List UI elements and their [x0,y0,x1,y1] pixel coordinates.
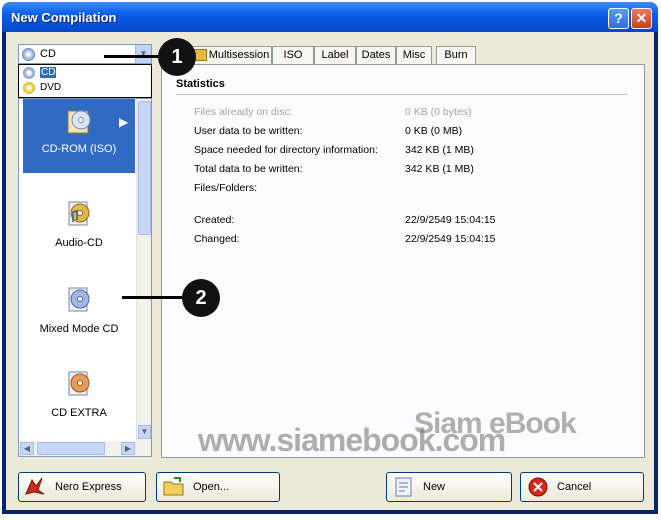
stat-label-created: Created: [194,214,235,226]
tab-burn[interactable]: Burn [436,46,476,64]
media-type-value: CD [40,48,56,60]
dropdown-option-label: CD [40,67,57,78]
window-title: New Compilation [11,10,117,25]
list-item-audio-cd[interactable]: Audio-CD [23,191,135,265]
dropdown-option-cd[interactable]: CD [19,66,151,81]
dropdown-option-label: DVD [40,82,62,93]
stat-value-changed: 22/9/2549 15:04:15 [405,233,496,245]
watermark-url: www.siamebook.com [198,422,506,458]
tab-misc[interactable]: Misc [396,46,432,64]
list-item-label: Audio-CD [55,237,103,249]
media-type-select[interactable]: CD ▼ [18,44,152,64]
scroll-right-icon[interactable]: ▶ [121,442,135,455]
open-folder-icon [163,477,184,496]
list-item-cd-rom-iso[interactable]: ▶ CD-ROM (ISO) [23,99,135,173]
dvd-disc-icon [23,82,35,94]
cancel-button[interactable]: Cancel [520,472,644,502]
callout-1-badge: 1 [158,38,196,76]
chevron-right-icon: ▶ [119,115,129,129]
statistics-panel: Statistics Files already on disc: 0 KB (… [161,64,645,458]
stat-label-changed: Changed: [194,233,240,245]
new-compilation-window: New Compilation ? ✕ CD ▼ CD DVD ▶ CD-ROM… [2,2,658,514]
chevron-down-icon[interactable]: ▼ [135,45,151,63]
list-item-mixed-mode-cd[interactable]: Mixed Mode CD [23,277,135,351]
cd-disc-icon [22,48,35,61]
cancel-icon [528,477,548,497]
new-button[interactable]: New [386,472,512,502]
stat-value-created: 22/9/2549 15:04:15 [405,214,496,226]
stat-value-user-data: 0 KB (0 MB) [405,125,463,137]
open-button[interactable]: Open... [156,472,280,502]
audio-cd-icon [68,201,90,226]
cd-disc-icon [23,67,35,79]
dropdown-option-dvd[interactable]: DVD [19,81,151,96]
callout-2-line [122,296,186,299]
button-label: Nero Express [55,481,122,493]
compilation-type-list[interactable]: ▶ CD-ROM (ISO) Audio-CD Mixed Mode CD CD… [18,98,152,457]
horizontal-scroll-thumb[interactable] [37,442,105,455]
nero-express-icon [25,477,45,495]
tab-label[interactable]: Label [314,46,356,64]
vertical-scrollbar[interactable]: ▼ [136,99,151,441]
stat-value-files-on-disc: 0 KB (0 bytes) [405,106,472,118]
stat-label-files-on-disc: Files already on disc: [194,106,293,118]
list-item-label: Mixed Mode CD [39,323,119,335]
button-label: Cancel [557,481,592,493]
callout-2-badge: 2 [182,279,220,317]
stat-label-files-folders: Files/Folders: [194,182,258,194]
nero-express-button[interactable]: Nero Express [18,472,146,502]
callout-1-line [104,55,162,58]
close-button[interactable]: ✕ [631,8,652,29]
vertical-scroll-thumb[interactable] [138,101,151,235]
button-label: Open... [193,481,230,493]
stat-value-total-data: 342 KB (1 MB) [405,163,474,175]
tab-iso[interactable]: ISO [272,46,314,64]
list-item-cd-extra[interactable]: CD EXTRA [23,361,135,435]
mixed-mode-cd-icon [68,287,90,312]
stat-label-directory-space: Space needed for directory information: [194,144,378,156]
dialog-client-area: CD ▼ CD DVD ▶ CD-ROM (ISO) Audio-CD Mixe… [6,32,654,510]
stat-value-directory-space: 342 KB (1 MB) [405,144,474,156]
media-type-dropdown: CD DVD [18,64,152,98]
statistics-heading: Statistics [176,78,225,90]
cd-rom-iso-icon [67,110,91,134]
list-item-label: CD-ROM (ISO) [41,143,117,155]
tab-dates[interactable]: Dates [356,46,396,64]
scroll-left-icon[interactable]: ◀ [20,442,34,455]
compilation-type-items: ▶ CD-ROM (ISO) Audio-CD Mixed Mode CD CD… [19,99,137,441]
list-item-label: CD EXTRA [51,407,107,419]
tab-multisession[interactable]: Multisession [192,46,272,64]
scroll-down-icon[interactable]: ▼ [138,425,151,439]
cd-extra-icon [68,371,90,396]
divider [176,94,628,95]
button-label: New [423,481,446,493]
new-document-icon [395,477,412,497]
stat-label-total-data: Total data to be written: [194,163,303,175]
stat-label-user-data: User data to be written: [194,125,303,137]
title-bar: New Compilation ? ✕ [2,2,658,32]
horizontal-scrollbar[interactable]: ◀ ▶ [19,441,151,456]
help-button[interactable]: ? [608,8,629,29]
